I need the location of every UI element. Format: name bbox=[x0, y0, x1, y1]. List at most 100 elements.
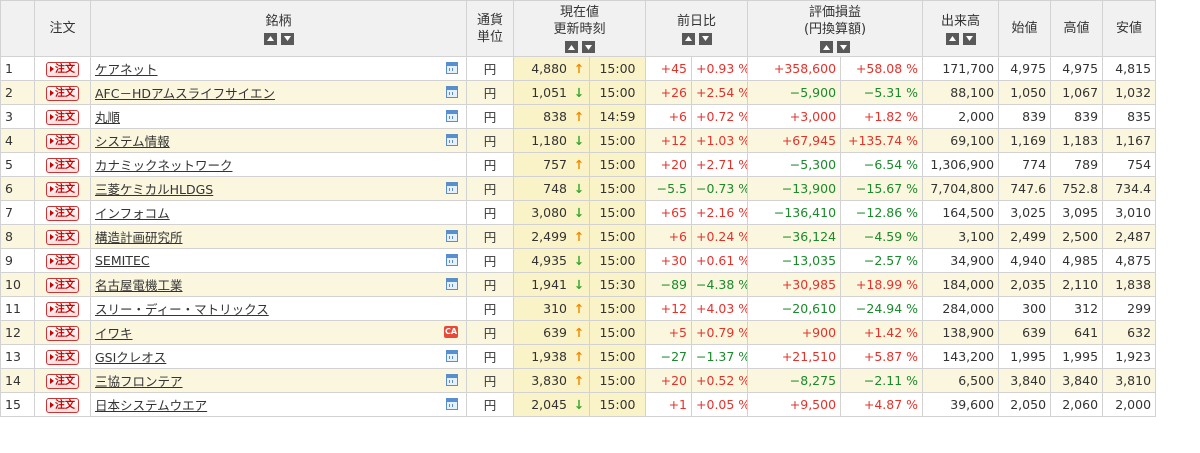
stock-name-link[interactable]: ケアネット bbox=[95, 62, 158, 77]
row-index: 5 bbox=[0, 152, 35, 177]
stock-name-cell: 三菱ケミカルHLDGS bbox=[90, 176, 467, 201]
order-button[interactable]: 注文 bbox=[46, 301, 79, 317]
stock-name-cell: イワキ CA bbox=[90, 320, 467, 345]
order-button[interactable]: 注文 bbox=[46, 205, 79, 221]
pl-percent-cell: +1.82 % bbox=[840, 104, 924, 129]
order-button[interactable]: 注文 bbox=[46, 397, 79, 413]
high-cell: 3,840 bbox=[1050, 368, 1104, 393]
stock-name-cell: 日本システムウエア bbox=[90, 392, 467, 417]
sort-desc-button[interactable] bbox=[280, 32, 294, 45]
sort-asc-button[interactable] bbox=[945, 32, 959, 45]
stock-name-link[interactable]: AFC－HDアムスライフサイエン bbox=[95, 86, 275, 101]
header-pl: 評価損益 (円換算額) bbox=[747, 0, 924, 57]
play-icon bbox=[50, 162, 54, 169]
order-button[interactable]: 注文 bbox=[46, 253, 79, 269]
order-button[interactable]: 注文 bbox=[46, 229, 79, 245]
order-button[interactable]: 注文 bbox=[46, 325, 79, 341]
sort-desc-button[interactable] bbox=[581, 41, 595, 53]
price-cell: 3,080 ↓ bbox=[513, 200, 590, 225]
open-cell: 747.6 bbox=[998, 176, 1052, 201]
arrow-up-icon: ↑ bbox=[573, 229, 585, 244]
order-button[interactable]: 注文 bbox=[46, 61, 79, 77]
order-cell: 注文 bbox=[34, 80, 91, 105]
triangle-up-icon bbox=[567, 44, 575, 50]
stock-name-link[interactable]: 日本システムウエア bbox=[95, 398, 207, 413]
change-percent-cell: −1.37 % bbox=[691, 344, 749, 369]
table-row: 7 注文 インフォコム 円 3,080 ↓ 15:00 +65 +2.16 % −136,410−… bbox=[0, 200, 1200, 225]
order-button[interactable]: 注文 bbox=[46, 157, 79, 173]
calendar-icon[interactable] bbox=[446, 110, 458, 122]
stock-name-link[interactable]: 名古屋電機工業 bbox=[95, 278, 183, 293]
stock-name-link[interactable]: SEMITEC bbox=[95, 253, 150, 268]
triangle-up-icon bbox=[684, 36, 692, 41]
price-cell: 838 ↑ bbox=[513, 104, 590, 129]
update-time-cell: 15:00 bbox=[588, 224, 647, 249]
stock-name-link[interactable]: GSIクレオス bbox=[95, 350, 166, 365]
sort-desc-button[interactable] bbox=[962, 32, 976, 45]
header-price: 現在値 更新時刻 bbox=[512, 0, 647, 57]
calendar-icon[interactable] bbox=[446, 278, 458, 290]
order-button[interactable]: 注文 bbox=[46, 373, 79, 389]
low-cell: 4,875 bbox=[1102, 248, 1157, 273]
stock-name-link[interactable]: システム情報 bbox=[95, 134, 170, 149]
table-row: 9 注文 SEMITEC 円 4,935 ↓ 15:00 +30 +0.61 % −13,035−… bbox=[0, 248, 1200, 273]
stock-name-link[interactable]: スリー・ディー・マトリックス bbox=[95, 302, 269, 317]
stock-name-link[interactable]: イワキ bbox=[95, 326, 133, 341]
order-button[interactable]: 注文 bbox=[46, 85, 79, 101]
price-cell: 1,938 ↑ bbox=[513, 344, 590, 369]
volume-cell: 164,500 bbox=[922, 200, 1000, 225]
header-order: 注文 bbox=[34, 0, 91, 57]
price-cell: 3,830 ↑ bbox=[513, 368, 590, 393]
stock-name-link[interactable]: 三菱ケミカルHLDGS bbox=[95, 182, 213, 197]
update-time-cell: 15:00 bbox=[588, 344, 647, 369]
open-cell: 4,940 bbox=[998, 248, 1052, 273]
sort-desc-button[interactable] bbox=[698, 32, 712, 45]
calendar-icon[interactable] bbox=[446, 86, 458, 98]
order-button[interactable]: 注文 bbox=[46, 181, 79, 197]
stock-name-link[interactable]: 構造計画研究所 bbox=[95, 230, 183, 245]
currency-cell: 円 bbox=[466, 344, 514, 369]
stock-name-link[interactable]: 丸順 bbox=[95, 110, 120, 125]
calendar-icon[interactable] bbox=[446, 62, 458, 74]
pl-cell: −20,610 bbox=[747, 296, 842, 321]
stock-name-link[interactable]: 三協フロンテア bbox=[95, 374, 183, 389]
change-percent-cell: +2.54 % bbox=[691, 80, 749, 105]
calendar-icon[interactable] bbox=[446, 134, 458, 146]
change-cell: +20 bbox=[645, 152, 693, 177]
price-value: 1,941 bbox=[531, 277, 567, 292]
open-cell: 2,050 bbox=[998, 392, 1052, 417]
order-button[interactable]: 注文 bbox=[46, 277, 79, 293]
price-value: 1,051 bbox=[531, 85, 567, 100]
pl-percent-cell: −4.59 % bbox=[840, 224, 924, 249]
sort-asc-button[interactable] bbox=[681, 32, 695, 45]
sort-asc-button[interactable] bbox=[263, 32, 277, 45]
stock-name-link[interactable]: カナミックネットワーク bbox=[95, 158, 233, 173]
calendar-icon[interactable] bbox=[446, 182, 458, 194]
volume-cell: 2,000 bbox=[922, 104, 1000, 129]
row-index: 2 bbox=[0, 80, 35, 105]
stock-name-link[interactable]: インフォコム bbox=[95, 206, 170, 221]
calendar-icon[interactable] bbox=[446, 350, 458, 362]
change-percent-cell: +2.16 % bbox=[691, 200, 749, 225]
sort-asc-button[interactable] bbox=[820, 41, 834, 53]
calendar-icon[interactable] bbox=[446, 398, 458, 410]
calendar-icon[interactable] bbox=[446, 374, 458, 386]
high-cell: 641 bbox=[1050, 320, 1104, 345]
table-row: 10 注文 名古屋電機工業 円 1,941 ↓ 15:30 −89 −4.38 % +30,985… bbox=[0, 272, 1200, 297]
header-change: 前日比 bbox=[645, 0, 749, 57]
update-time-cell: 15:00 bbox=[588, 392, 647, 417]
triangle-down-icon bbox=[584, 44, 592, 50]
order-button[interactable]: 注文 bbox=[46, 349, 79, 365]
calendar-icon[interactable] bbox=[446, 254, 458, 266]
volume-cell: 184,000 bbox=[922, 272, 1000, 297]
order-button[interactable]: 注文 bbox=[46, 133, 79, 149]
calendar-icon[interactable] bbox=[446, 230, 458, 242]
price-value: 2,045 bbox=[531, 397, 567, 412]
volume-cell: 34,900 bbox=[922, 248, 1000, 273]
order-button[interactable]: 注文 bbox=[46, 109, 79, 125]
sort-asc-button[interactable] bbox=[564, 41, 578, 53]
pl-cell: +21,510 bbox=[747, 344, 842, 369]
ca-icon[interactable]: CA bbox=[444, 326, 458, 338]
sort-desc-button[interactable] bbox=[837, 41, 851, 53]
order-cell: 注文 bbox=[34, 152, 91, 177]
